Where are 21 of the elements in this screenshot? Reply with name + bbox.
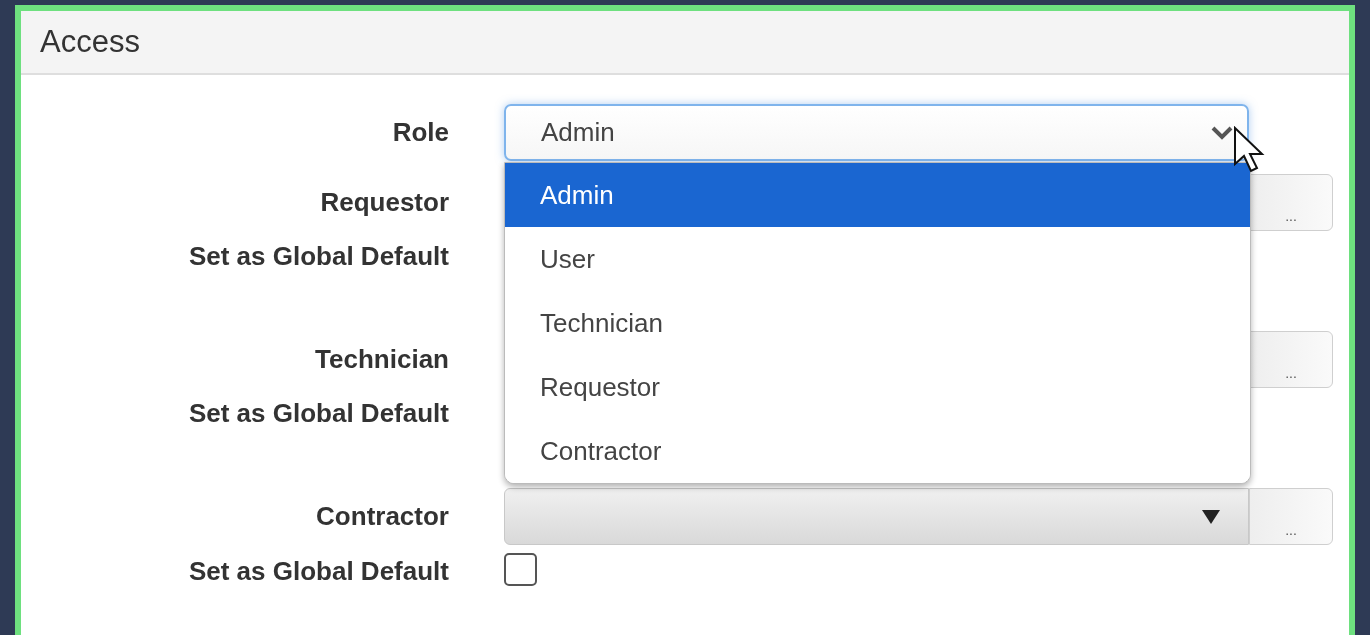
browse-button[interactable]: ... — [1249, 488, 1333, 545]
triangle-icon — [1202, 509, 1220, 524]
field-label: Technician — [314, 344, 449, 375]
field-label: Contractor — [315, 501, 449, 532]
browse-button[interactable]: ... — [1249, 174, 1333, 231]
chevron-icon — [1211, 125, 1233, 140]
browse-button[interactable]: ... — [1249, 331, 1333, 388]
panel-title: Access — [40, 24, 140, 60]
dropdown-option[interactable]: Admin — [505, 163, 1250, 227]
dropdown-option[interactable]: Requestor — [505, 355, 1250, 419]
checkbox-label: Set as Global Default — [187, 241, 449, 272]
dropdown-option[interactable]: User — [505, 227, 1250, 291]
role-select[interactable]: Admin — [504, 104, 1249, 161]
field-label: Role — [391, 117, 449, 148]
default-checkbox[interactable] — [504, 553, 537, 586]
field-label: Requestor — [319, 187, 449, 218]
dropdown-option[interactable]: Technician — [505, 291, 1250, 355]
checkbox-label: Set as Global Default — [187, 398, 449, 429]
dropdown-option[interactable]: Contractor — [505, 419, 1250, 483]
checkbox-label: Set as Global Default — [187, 556, 449, 587]
dropdown-field[interactable] — [504, 488, 1249, 545]
